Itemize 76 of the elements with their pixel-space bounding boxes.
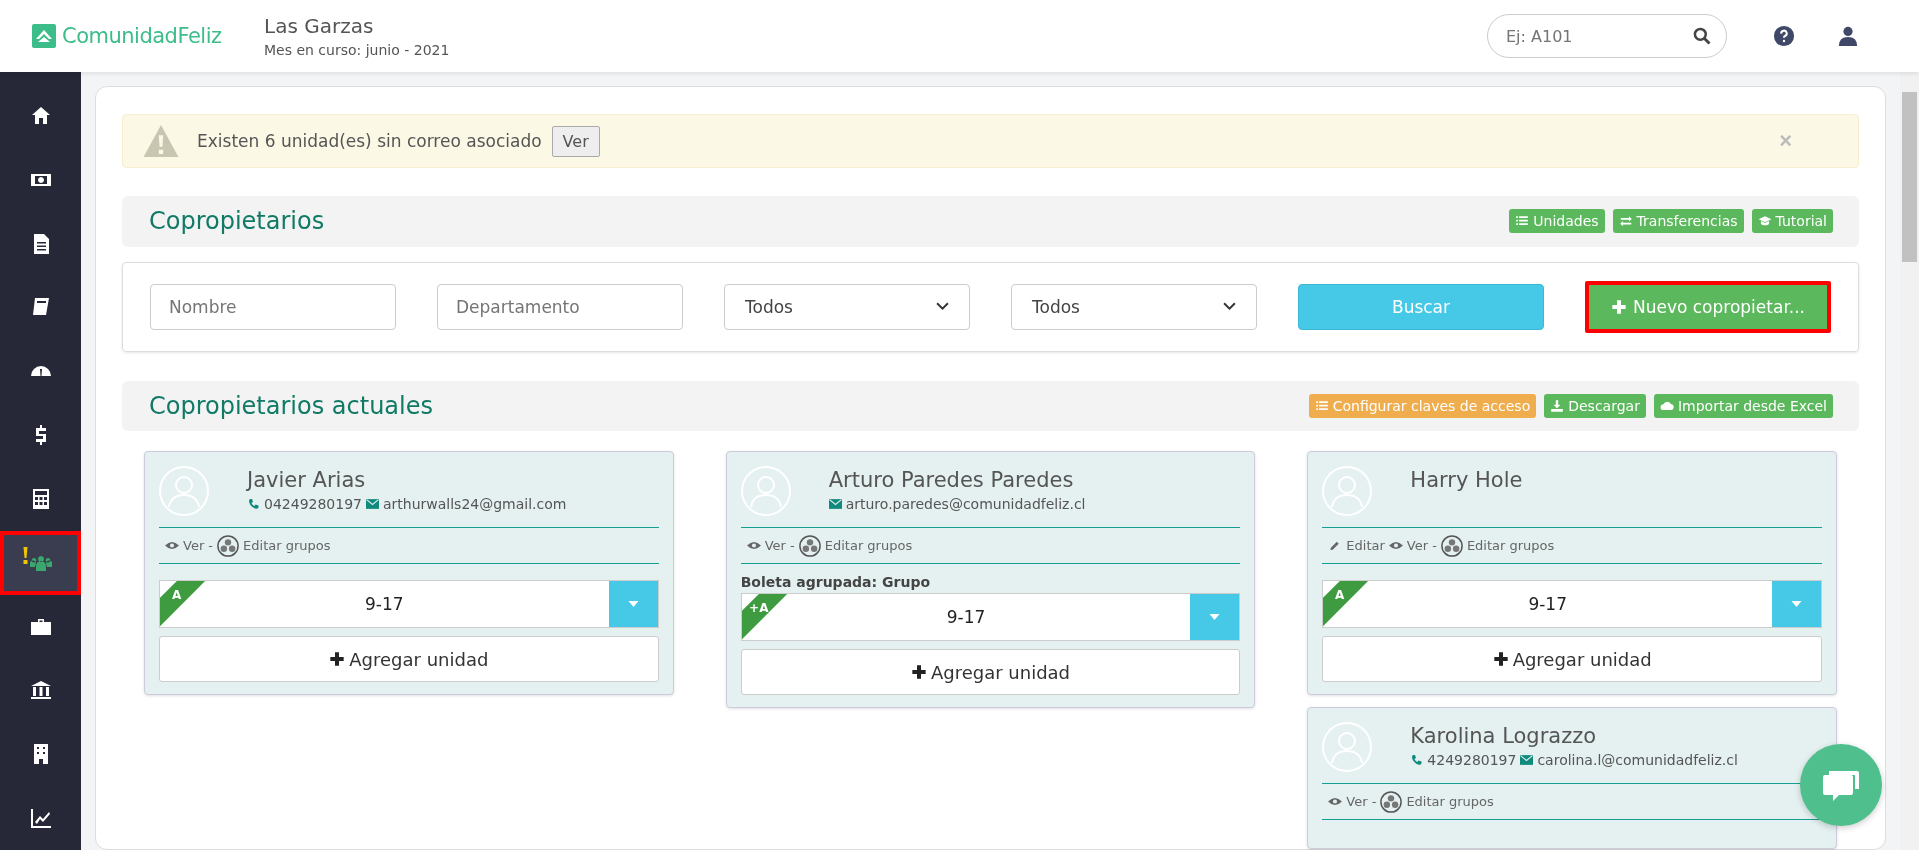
current-period: Mes en curso: junio - 2021 [264,42,450,58]
add-unit-button[interactable]: Agregar unidad [159,636,659,682]
owner-phone: 4249280197 [1427,752,1517,768]
eye-icon [1328,796,1343,807]
eye-icon [1388,540,1403,551]
envelope-icon [366,498,379,510]
owner-email: arturo.paredes@comunidadfeliz.cl [845,496,1086,512]
section-title: Copropietarios [149,207,325,236]
alert-message: Existen 6 unidad(es) sin correo asociado [197,131,542,152]
avatar-icon [159,466,209,516]
help-icon[interactable] [1773,25,1795,47]
owner-name: Harry Hole [1410,468,1523,492]
caret-down-icon [627,601,639,607]
dropdown-toggle[interactable] [1190,594,1240,640]
card-action-link[interactable]: Ver - [746,538,795,553]
card-action-link[interactable]: Editar grupos [1440,534,1555,557]
grouped-bill-label: Boleta agrupada: Grupo [740,574,932,590]
plus-icon [1610,298,1627,315]
caret-down-icon [1791,601,1802,607]
list-icon [1314,398,1329,413]
card-action-link[interactable]: Editar grupos [217,534,331,557]
card-action-link[interactable]: Editar [1328,538,1385,553]
eye-icon [165,540,179,551]
add-unit-button[interactable]: Agregar unidad [740,649,1241,695]
owner-email: carolina.l@comunidadfeliz.cl [1537,752,1738,768]
owner-name: Arturo Paredes Paredes [828,468,1075,492]
search-input[interactable]: Ej: A101 [1504,25,1692,47]
search-icon[interactable] [1692,26,1712,46]
plus-icon [329,651,346,667]
card-action-link[interactable]: Editar grupos [1380,790,1494,813]
card-action-link[interactable]: Ver - [165,538,214,553]
view-button[interactable]: Ver [551,125,600,157]
plus-icon [910,664,927,680]
warning-icon [143,125,179,158]
chevron-down-icon [936,302,949,312]
owner-name: Karolina Lograzzo [1410,724,1598,748]
owner-email: arthurwalls24@gmail.com [383,496,567,512]
chart-icon [28,806,53,831]
owner-name: Javier Arias [247,468,367,492]
phone-icon [1410,754,1424,766]
section-title: Copropietarios actuales [149,391,433,420]
envelope-icon [1520,754,1534,766]
owner-phone: 04249280197 [264,496,362,512]
unit-dropdown[interactable]: A 9-17 [159,580,659,628]
group-icon [217,534,240,557]
user-icon[interactable] [1837,25,1859,47]
filter-dropdown[interactable]: Todos [724,283,970,330]
card-action-link[interactable]: Editar grupos [798,534,913,557]
envelope-icon [828,498,842,510]
group-icon [1380,790,1403,813]
group-icon [798,534,821,557]
department-field[interactable]: Departamento [437,283,683,330]
logo-icon [32,24,56,48]
download-icon [1550,398,1565,413]
eye-icon [746,540,761,551]
avatar-icon [740,466,791,516]
arrows-icon [1618,214,1633,229]
dropdown-toggle[interactable] [1772,581,1821,627]
filter-dropdown[interactable]: Todos [1011,283,1257,330]
chevron-down-icon [1223,302,1236,312]
card-action-link[interactable]: Ver - [1328,794,1377,809]
avatar-icon [1322,466,1373,516]
phone-icon [247,498,260,510]
unit-dropdown[interactable]: +A 9-17 [740,593,1241,641]
group-icon [1440,534,1463,557]
caret-down-icon [1209,614,1221,620]
avatar-icon [1322,722,1373,772]
add-unit-button[interactable]: Agregar unidad [1322,636,1822,682]
dropdown-toggle[interactable] [608,581,658,627]
name-field[interactable]: Nombre [150,283,396,330]
card-action-link[interactable]: Ver - [1388,538,1437,553]
unit-dropdown[interactable]: A 9-17 [1322,580,1822,628]
scrollbar[interactable] [1900,72,1919,850]
community-name: Las Garzas [264,14,375,38]
exclamation-icon [22,546,29,565]
plus-icon [1492,651,1509,667]
